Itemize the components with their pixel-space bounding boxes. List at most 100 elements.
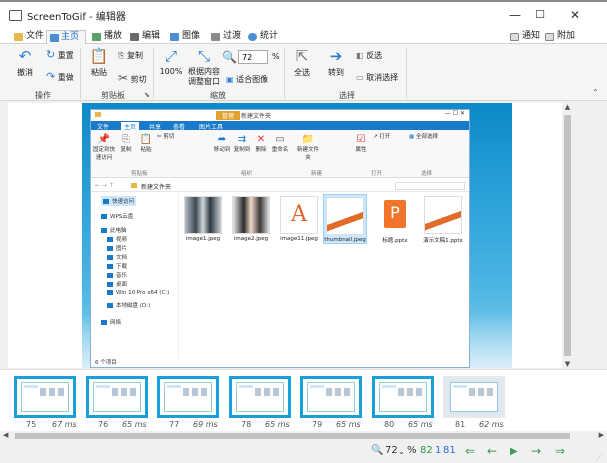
scrollbar-thumb[interactable] bbox=[15, 433, 570, 439]
invert-selection-button[interactable]: ◧ 反选 bbox=[356, 50, 382, 61]
maximize-button[interactable]: ☐ bbox=[530, 8, 550, 21]
address-path: 新建文件夹 bbox=[141, 184, 172, 191]
scroll-down-icon[interactable]: ▼ bbox=[562, 360, 573, 368]
frame-thumbnail[interactable] bbox=[300, 376, 362, 418]
nav-item: WPS云盘 bbox=[101, 212, 133, 220]
explorer-ribbon-label: 复制到 bbox=[233, 147, 251, 153]
play-icon[interactable]: ▶ bbox=[510, 446, 518, 457]
frame-image bbox=[93, 382, 141, 412]
dialog-launcher-icon[interactable]: ⬊ bbox=[144, 91, 150, 99]
frame-canvas[interactable]: 管理 新建文件夹 — ☐ ✕ 文件 主页 共享 查看 图片工具 📌 固定到快速访问… bbox=[8, 103, 562, 368]
tab-transition[interactable]: 过渡 bbox=[211, 30, 241, 44]
frame-thumbnail[interactable] bbox=[14, 376, 76, 418]
collapse-ribbon-icon[interactable]: ⌃ bbox=[592, 88, 599, 97]
tab-edit[interactable]: 编辑 bbox=[130, 30, 160, 44]
copy-icon: ⎘ bbox=[122, 134, 130, 145]
frame-image bbox=[21, 382, 69, 412]
status-bar: 🔍 72 ⌄ % 82 1 81 ⇐ ← ▶ → ⇒ ⋰ bbox=[0, 441, 607, 463]
clipboard-icon: 📋 bbox=[139, 134, 153, 145]
explorer-ribbon-label: 删除 bbox=[255, 147, 267, 153]
address-search-box bbox=[395, 182, 465, 190]
tab-file[interactable]: 文件 bbox=[14, 30, 44, 44]
nav-item-label: 快速访问 bbox=[112, 199, 135, 205]
file-item-selected: thumbnail.jpeg bbox=[323, 194, 367, 244]
group-label-select: 选择 bbox=[339, 91, 355, 100]
nav-item: Win 10 Pro x64 (C:) bbox=[107, 290, 169, 296]
select-all-button[interactable]: ⇱ 全选 bbox=[290, 48, 314, 78]
redo-icon: ↻ bbox=[46, 48, 56, 61]
undo-icon: ↶ bbox=[18, 47, 32, 65]
delete-icon: ✕ bbox=[256, 134, 266, 145]
zoom-input[interactable] bbox=[238, 50, 268, 64]
download-icon bbox=[107, 264, 113, 269]
scroll-left-icon[interactable]: ◀ bbox=[3, 431, 8, 439]
notify-button[interactable]: 通知 bbox=[510, 30, 540, 44]
paste-button[interactable]: 📋 粘贴 bbox=[86, 48, 112, 78]
attach-button[interactable]: 附加 bbox=[545, 30, 575, 44]
minimize-button[interactable]: — bbox=[505, 8, 525, 22]
file-item: P 标题.pptx bbox=[373, 196, 417, 244]
zoom-100-button[interactable]: ⤢ 100% bbox=[158, 48, 184, 77]
horizontal-scrollbar[interactable]: ◀ ▶ bbox=[0, 431, 607, 441]
chevron-down-icon[interactable]: ⌄ bbox=[398, 447, 405, 456]
fit-image-button[interactable]: ▣ 适合图像 bbox=[226, 74, 268, 85]
title-bar: ScreenToGif - 编辑器 — ☐ ✕ bbox=[0, 0, 607, 30]
deselect-button[interactable]: ▭ 取消选择 bbox=[356, 72, 398, 83]
scissors-icon: ✂ bbox=[118, 71, 129, 85]
scrollbar-thumb[interactable] bbox=[564, 115, 571, 356]
file-item: Aimage11.jpeg bbox=[277, 196, 321, 242]
app-icon bbox=[9, 10, 22, 21]
reset-label: 重做 bbox=[57, 73, 74, 82]
zoom-unit: % bbox=[272, 52, 280, 61]
copy-label: 复制 bbox=[126, 51, 143, 60]
attach-icon bbox=[545, 33, 554, 41]
undo-button[interactable]: ↶ 撤消 bbox=[10, 48, 40, 78]
file-name: image11.jpeg bbox=[280, 236, 318, 242]
fit-window-button[interactable]: ⤡ 根据内容调整窗口 bbox=[186, 48, 222, 87]
document-icon bbox=[107, 255, 113, 260]
explorer-ribbon-label: 新建文件夹 bbox=[297, 147, 320, 161]
cut-button[interactable]: ✂ 剪切 bbox=[118, 71, 147, 85]
tab-statistics[interactable]: 统计 bbox=[248, 30, 278, 44]
next-frame-icon[interactable]: → bbox=[531, 444, 541, 458]
explorer-window: 管理 新建文件夹 — ☐ ✕ 文件 主页 共享 查看 图片工具 📌 固定到快速访问… bbox=[90, 109, 470, 368]
drive-icon bbox=[107, 290, 113, 295]
copy-button[interactable]: ⎘ 复制 bbox=[118, 50, 143, 61]
tab-image[interactable]: 图像 bbox=[170, 30, 200, 44]
nav-item-label: 下载 bbox=[116, 264, 128, 270]
redo-button[interactable]: ↻ 重置 bbox=[46, 48, 76, 61]
fit-image-icon: ▣ bbox=[226, 75, 234, 84]
nav-item-label: Win 10 Pro x64 (C:) bbox=[116, 290, 170, 296]
first-frame-icon[interactable]: ⇐ bbox=[465, 444, 475, 458]
nav-item: 本地磁盘 (D:) bbox=[107, 301, 150, 309]
notification-icon bbox=[510, 33, 519, 41]
explorer-file-list: image1.jpeg image2.jpeg Aimage11.jpeg th… bbox=[181, 194, 469, 356]
go-to-button[interactable]: ➔ 转到 bbox=[324, 48, 348, 78]
frame-delay: 67 ms bbox=[52, 420, 77, 429]
frame-thumbnail[interactable] bbox=[157, 376, 219, 418]
go-to-label: 转到 bbox=[328, 68, 344, 77]
video-icon bbox=[107, 237, 113, 242]
reset-button[interactable]: ↷ 重做 bbox=[46, 70, 76, 83]
scroll-right-icon[interactable]: ▶ bbox=[599, 431, 604, 439]
frame-thumbnail[interactable] bbox=[372, 376, 434, 418]
scroll-up-icon[interactable]: ▲ bbox=[562, 103, 573, 111]
tab-play[interactable]: 播放 bbox=[92, 30, 122, 44]
previous-frame-icon[interactable]: ← bbox=[487, 444, 497, 458]
invert-icon: ◧ bbox=[356, 51, 364, 60]
frame-number: 75 bbox=[26, 420, 37, 429]
tab-label: 主页 bbox=[61, 32, 80, 42]
frame-thumbnail[interactable] bbox=[229, 376, 291, 418]
last-frame-icon[interactable]: ⇒ bbox=[555, 444, 565, 458]
tab-home[interactable]: 主页 bbox=[46, 30, 86, 44]
resize-grip-icon[interactable]: ⋰ bbox=[596, 453, 603, 461]
group-separator bbox=[406, 48, 407, 99]
explorer-title: 新建文件夹 bbox=[241, 113, 272, 120]
vertical-scrollbar[interactable]: ▲ ▼ bbox=[562, 103, 573, 368]
current-frame: 81 bbox=[443, 445, 456, 456]
frame-thumbnail[interactable] bbox=[86, 376, 148, 418]
close-button[interactable]: ✕ bbox=[565, 8, 585, 22]
frame-thumbnail-selected[interactable] bbox=[443, 376, 505, 418]
tab-label: 图像 bbox=[182, 31, 201, 41]
undo-label: 撤消 bbox=[17, 68, 33, 77]
